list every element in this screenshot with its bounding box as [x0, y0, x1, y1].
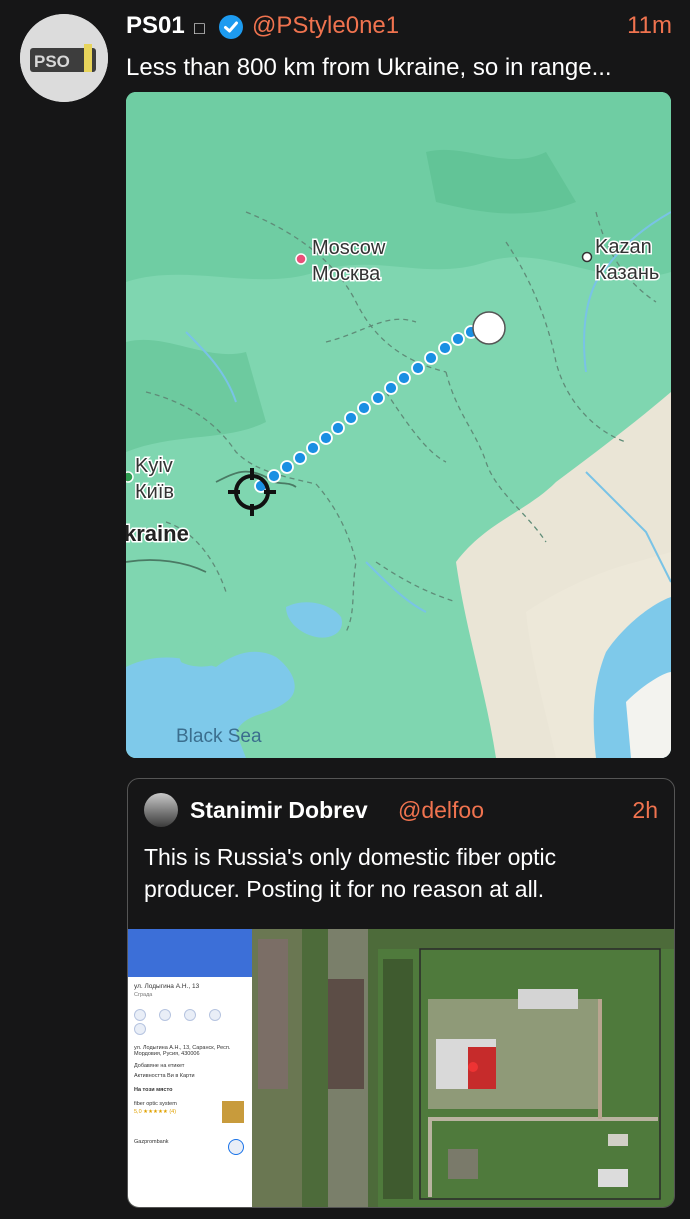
- map-label-kazan-en: Kazan: [595, 236, 652, 258]
- map-label-kyiv-ua: Київ: [135, 481, 174, 503]
- quoted-tweet-text: This is Russia's only domestic fiber opt…: [144, 844, 557, 902]
- directions-icon: [228, 1139, 244, 1155]
- panel-place2: Gazprombank: [134, 1139, 169, 1145]
- map-label-moscow-ru: Москва: [312, 263, 381, 285]
- map-label-ukraine: kraine: [126, 521, 189, 546]
- share-icon: [134, 1023, 146, 1035]
- kyiv-marker: [126, 471, 134, 483]
- verified-check-icon: [219, 15, 243, 39]
- avatar-logo-text: PSO: [34, 52, 70, 71]
- panel-category: Сграда: [134, 992, 153, 998]
- panel-rating: 5,0 ★★★★★ (4): [134, 1109, 177, 1115]
- quoted-satellite-image[interactable]: ул. Лодыгина А.Н., 13 Сграда ул. Лодыгин…: [128, 929, 674, 1207]
- map-label-moscow-en: Moscow: [312, 237, 386, 259]
- destination-marker: [472, 311, 506, 345]
- place-thumbnail: [222, 1101, 244, 1123]
- tweet-header: PS01 □ @PStyle0ne1 11m: [126, 10, 672, 42]
- square-badge: □: [194, 18, 205, 38]
- pso-logo-icon: PSO: [20, 14, 108, 102]
- panel-activity: Активността Ви в Карти: [134, 1073, 195, 1079]
- directions-icon: [134, 1009, 146, 1021]
- author-name[interactable]: PS01: [126, 12, 185, 40]
- map-label-kyiv-en: Kyiv: [135, 455, 173, 477]
- quoted-author-avatar[interactable]: [144, 793, 178, 827]
- map-label-black-sea: Black Sea: [176, 726, 262, 747]
- panel-header-image: [128, 929, 252, 977]
- moscow-marker: [295, 253, 307, 265]
- save-icon: [159, 1009, 171, 1021]
- panel-address: ул. Лодыгина А.Н., 13: [134, 983, 200, 990]
- author-handle[interactable]: @PStyle0ne1: [252, 12, 399, 40]
- google-maps-panel: ул. Лодыгина А.Н., 13 Сграда ул. Лодыгин…: [128, 929, 252, 1207]
- kazan-marker: [581, 251, 593, 263]
- tweet-timestamp[interactable]: 11m: [627, 12, 672, 40]
- nearby-icon: [184, 1009, 196, 1021]
- panel-nearby: На този място: [134, 1087, 173, 1093]
- quoted-author-name[interactable]: Stanimir Dobrev: [190, 797, 368, 824]
- panel-place1: fiber optic system: [134, 1101, 177, 1107]
- panel-address-full: ул. Лодыгина А.Н., 13, Саранск, Респ. Мо…: [134, 1045, 231, 1057]
- map-image[interactable]: Moscow Москва Kazan Казань Kyiv Київ kra…: [126, 92, 671, 758]
- tweet-text: Less than 800 km from Ukraine, so in ran…: [126, 54, 612, 81]
- quoted-timestamp[interactable]: 2h: [632, 797, 658, 824]
- author-avatar[interactable]: PSO: [20, 14, 108, 102]
- quoted-tweet-card[interactable]: Stanimir Dobrev @delfoo 2h This is Russi…: [127, 778, 675, 1208]
- panel-action-icons: [134, 1009, 246, 1035]
- quoted-author-handle[interactable]: @delfoo: [398, 797, 484, 824]
- phone-icon: [209, 1009, 221, 1021]
- map-label-kazan-ru: Казань: [595, 262, 659, 284]
- panel-add-label: Добавяне на етикет: [134, 1063, 185, 1069]
